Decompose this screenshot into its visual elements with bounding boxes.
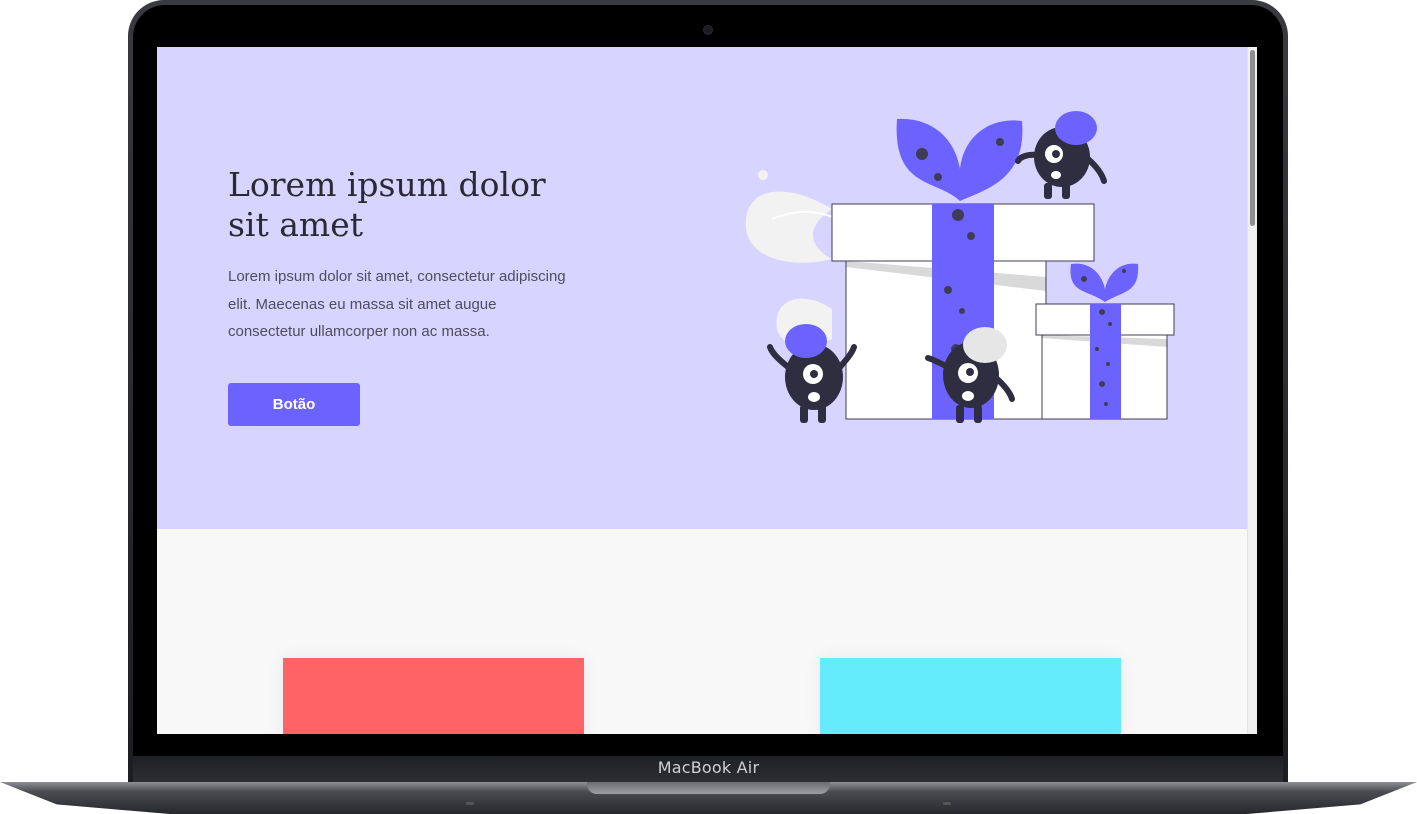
feature-card-cyan: [820, 658, 1121, 734]
scrollbar-thumb[interactable]: [1250, 50, 1255, 226]
hero-title: Lorem ipsum dolor sit amet: [228, 165, 546, 244]
laptop-foot: [943, 802, 951, 805]
device-label: MacBook Air: [657, 758, 760, 777]
hero-description: Lorem ipsum dolor sit amet, consectetur …: [228, 268, 566, 340]
hero-button[interactable]: Botão: [228, 383, 360, 426]
hero-section: Lorem ipsum dolor sit amet Lorem ipsum d…: [157, 47, 1247, 529]
laptop-notch: [587, 782, 830, 794]
laptop-foot: [466, 802, 474, 805]
laptop-mockup: Lorem ipsum dolor sit amet Lorem ipsum d…: [0, 0, 1417, 814]
camera-icon: [704, 26, 712, 34]
feature-card-red: [283, 658, 584, 734]
gift-boxes-illustration: [745, 111, 1175, 423]
screen: Lorem ipsum dolor sit amet Lorem ipsum d…: [157, 47, 1257, 734]
